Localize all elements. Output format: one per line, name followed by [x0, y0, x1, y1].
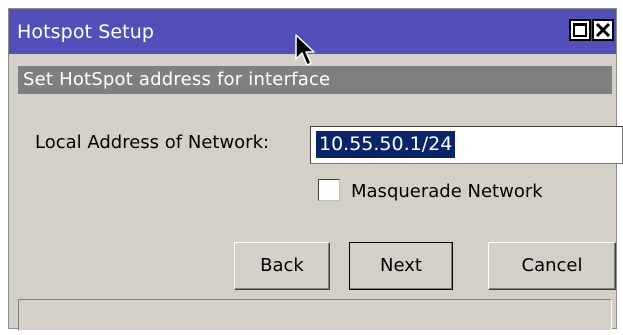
- masquerade-label[interactable]: Masquerade Network: [351, 181, 543, 203]
- window-title: Hotspot Setup: [17, 21, 155, 43]
- next-button[interactable]: Next: [349, 242, 453, 290]
- local-address-label: Local Address of Network:: [35, 132, 270, 153]
- local-address-value: 10.55.50.1/24: [316, 131, 456, 158]
- maximize-icon[interactable]: [569, 19, 591, 41]
- masquerade-checkbox[interactable]: [318, 179, 340, 201]
- hotspot-setup-window: Hotspot Setup Set HotSpot address for in…: [8, 8, 623, 331]
- section-header: Set HotSpot address for interface: [18, 66, 612, 94]
- mouse-pointer-icon: [295, 34, 315, 66]
- cancel-button[interactable]: Cancel: [488, 242, 616, 290]
- close-icon[interactable]: [592, 19, 614, 41]
- local-address-input[interactable]: 10.55.50.1/24: [310, 126, 623, 164]
- status-bar: [18, 299, 612, 331]
- back-button[interactable]: Back: [234, 242, 330, 290]
- section-header-text: Set HotSpot address for interface: [23, 69, 331, 90]
